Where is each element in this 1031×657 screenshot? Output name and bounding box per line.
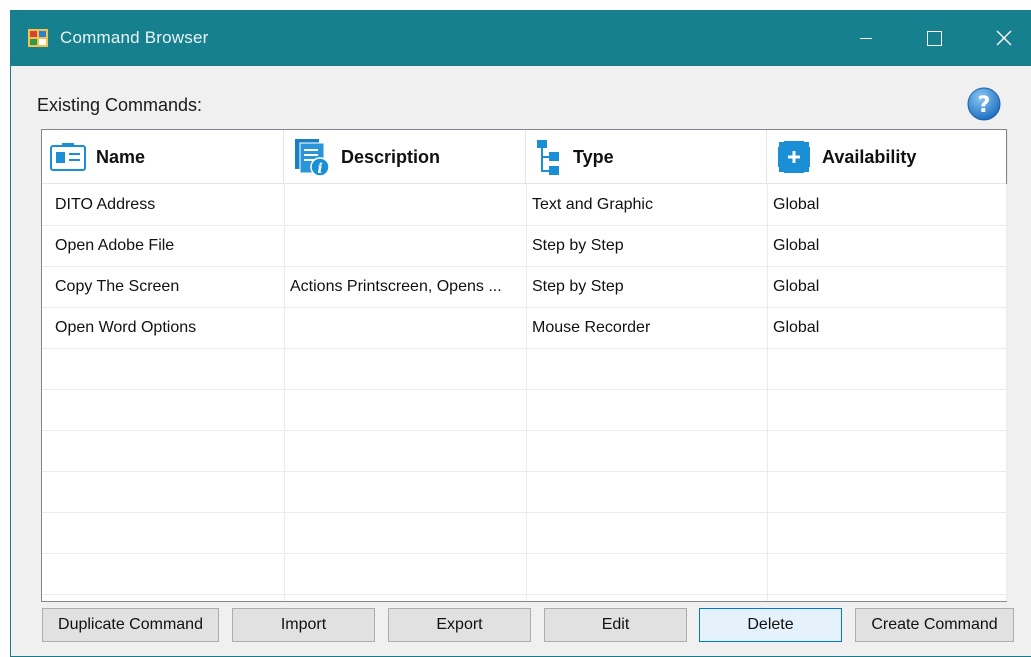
command-row[interactable]: DITO Address Text and Graphic Global: [42, 184, 1006, 225]
cell-availability: Global: [773, 237, 820, 254]
title-bar[interactable]: Command Browser: [11, 11, 1031, 66]
commands-list[interactable]: Name i Description Type Availability DIT…: [41, 129, 1008, 602]
svg-text:i: i: [317, 161, 322, 177]
column-label-name: Name: [96, 146, 146, 167]
cell-type: Step by Step: [532, 278, 624, 295]
edit-button[interactable]: Edit: [544, 608, 687, 642]
type-tree-icon: [537, 140, 559, 175]
cell-type: Step by Step: [532, 237, 624, 254]
cell-name: Copy The Screen: [55, 278, 180, 295]
app-icon: [28, 29, 48, 47]
grid-divider: [42, 348, 1006, 349]
column-header-availability[interactable]: Availability: [768, 130, 1008, 184]
column-label-type: Type: [573, 146, 614, 167]
cell-name: Open Word Options: [55, 319, 197, 336]
command-row[interactable]: Open Word Options Mouse Recorder Global: [42, 307, 1006, 348]
import-button[interactable]: Import: [232, 608, 375, 642]
grid-divider: [42, 471, 1006, 472]
create-command-button[interactable]: Create Command: [855, 608, 1014, 642]
column-label-availability: Availability: [822, 146, 917, 167]
cell-type: Text and Graphic: [532, 196, 653, 213]
window-title: Command Browser: [60, 28, 209, 47]
column-header-type[interactable]: Type: [527, 130, 767, 184]
svg-text:?: ?: [978, 93, 991, 118]
cell-description: [290, 184, 526, 225]
description-document-icon: i: [295, 139, 330, 177]
maximize-icon[interactable]: [911, 11, 957, 66]
list-header: Name i Description Type Availability: [42, 130, 1008, 184]
cell-availability: Global: [773, 196, 820, 213]
duplicate-command-button[interactable]: Duplicate Command: [42, 608, 219, 642]
cell-description: [290, 307, 526, 348]
command-row[interactable]: Copy The Screen Actions Printscreen, Ope…: [42, 266, 1006, 307]
column-header-description[interactable]: i Description: [285, 130, 526, 184]
existing-commands-label: Existing Commands:: [37, 95, 203, 115]
cell-availability: Global: [773, 278, 820, 295]
availability-icon: [777, 140, 811, 174]
cell-name: DITO Address: [55, 196, 156, 213]
close-icon[interactable]: [981, 11, 1027, 66]
name-card-icon: [50, 143, 86, 171]
command-browser-window: Command Browser Existing Commands: ? Nam…: [10, 10, 1031, 657]
minimize-icon[interactable]: [843, 11, 889, 66]
export-button[interactable]: Export: [388, 608, 531, 642]
cell-availability: Global: [773, 319, 820, 336]
grid-divider: [42, 389, 1006, 390]
cell-type: Mouse Recorder: [532, 319, 651, 336]
cell-description: [290, 225, 526, 266]
delete-button[interactable]: Delete: [699, 608, 842, 642]
grid-divider: [42, 594, 1006, 595]
command-row[interactable]: Open Adobe File Step by Step Global: [42, 225, 1006, 266]
cell-name: Open Adobe File: [55, 237, 175, 254]
cell-description: Actions Printscreen, Opens ...: [290, 278, 502, 295]
column-label-description: Description: [341, 146, 441, 167]
column-header-name[interactable]: Name: [42, 130, 284, 184]
help-icon[interactable]: ?: [967, 87, 1001, 121]
grid-divider: [42, 430, 1006, 431]
grid-divider: [42, 512, 1006, 513]
grid-divider: [42, 553, 1006, 554]
